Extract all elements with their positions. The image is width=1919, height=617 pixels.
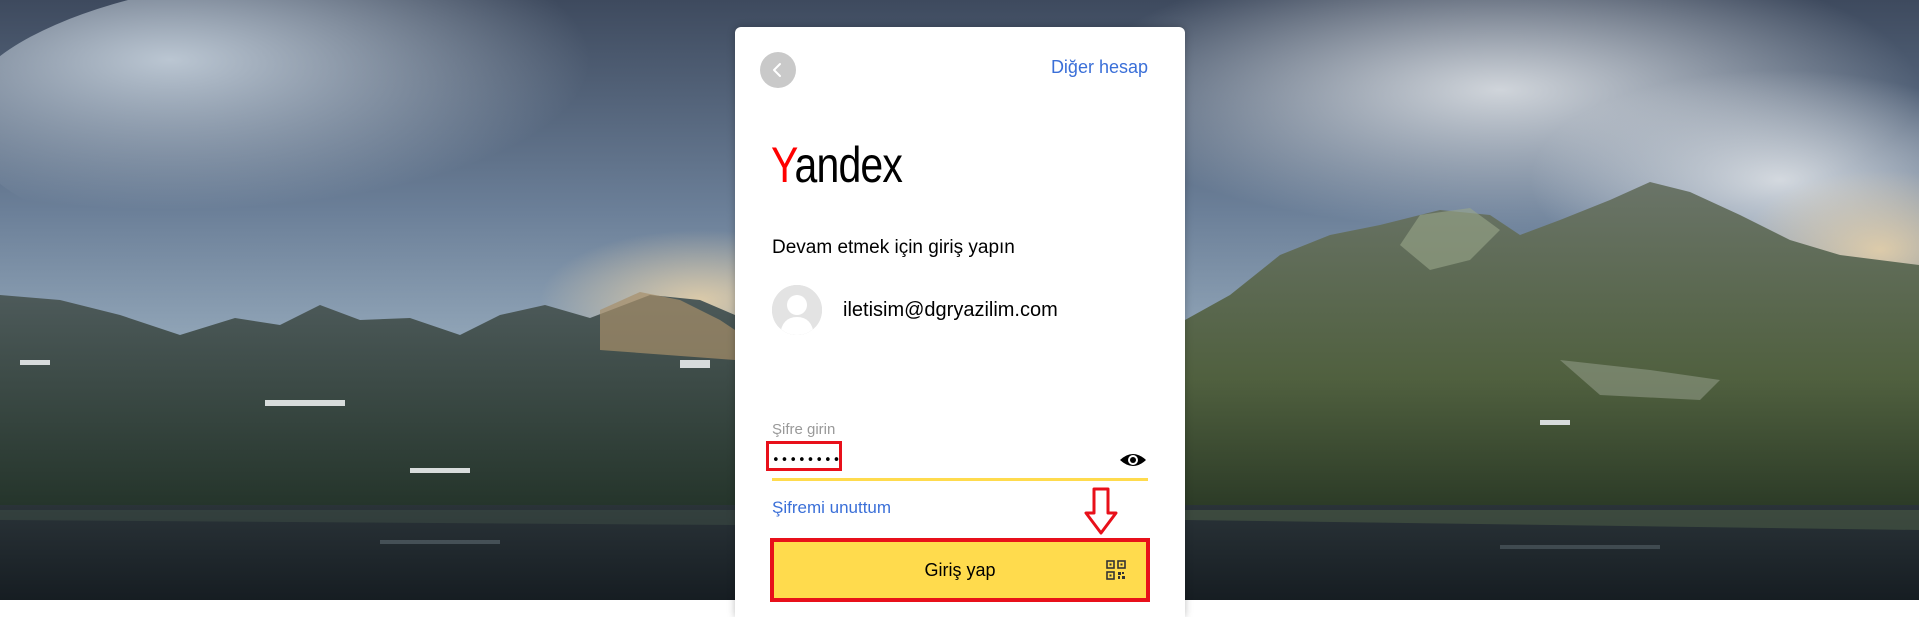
user-silhouette-icon — [772, 285, 822, 335]
account-selector[interactable]: iletisim@dgryazilim.com — [772, 285, 1058, 335]
password-annotation-box — [766, 441, 842, 471]
chevron-left-icon — [773, 63, 781, 77]
annotation-arrow-down-icon — [1084, 487, 1118, 535]
yandex-logo: Yandex — [771, 137, 903, 193]
avatar — [772, 285, 822, 335]
qr-code-icon[interactable] — [1106, 560, 1126, 580]
back-button[interactable] — [760, 52, 796, 88]
page-subtitle: Devam etmek için giriş yapın — [772, 237, 1015, 258]
password-field — [766, 441, 1148, 481]
other-account-link[interactable]: Diğer hesap — [1051, 57, 1148, 78]
password-label: Şifre girin — [772, 421, 836, 438]
logo-first-letter: Y — [771, 137, 795, 193]
account-email: iletisim@dgryazilim.com — [843, 298, 1058, 321]
show-password-toggle[interactable] — [1118, 450, 1148, 470]
login-button-label: Giriş yap — [924, 559, 996, 580]
login-button[interactable]: Giriş yap — [772, 540, 1148, 600]
logo-rest: andex — [794, 137, 903, 193]
forgot-password-link[interactable]: Şifremi unuttum — [772, 498, 891, 518]
eye-icon — [1120, 454, 1146, 466]
